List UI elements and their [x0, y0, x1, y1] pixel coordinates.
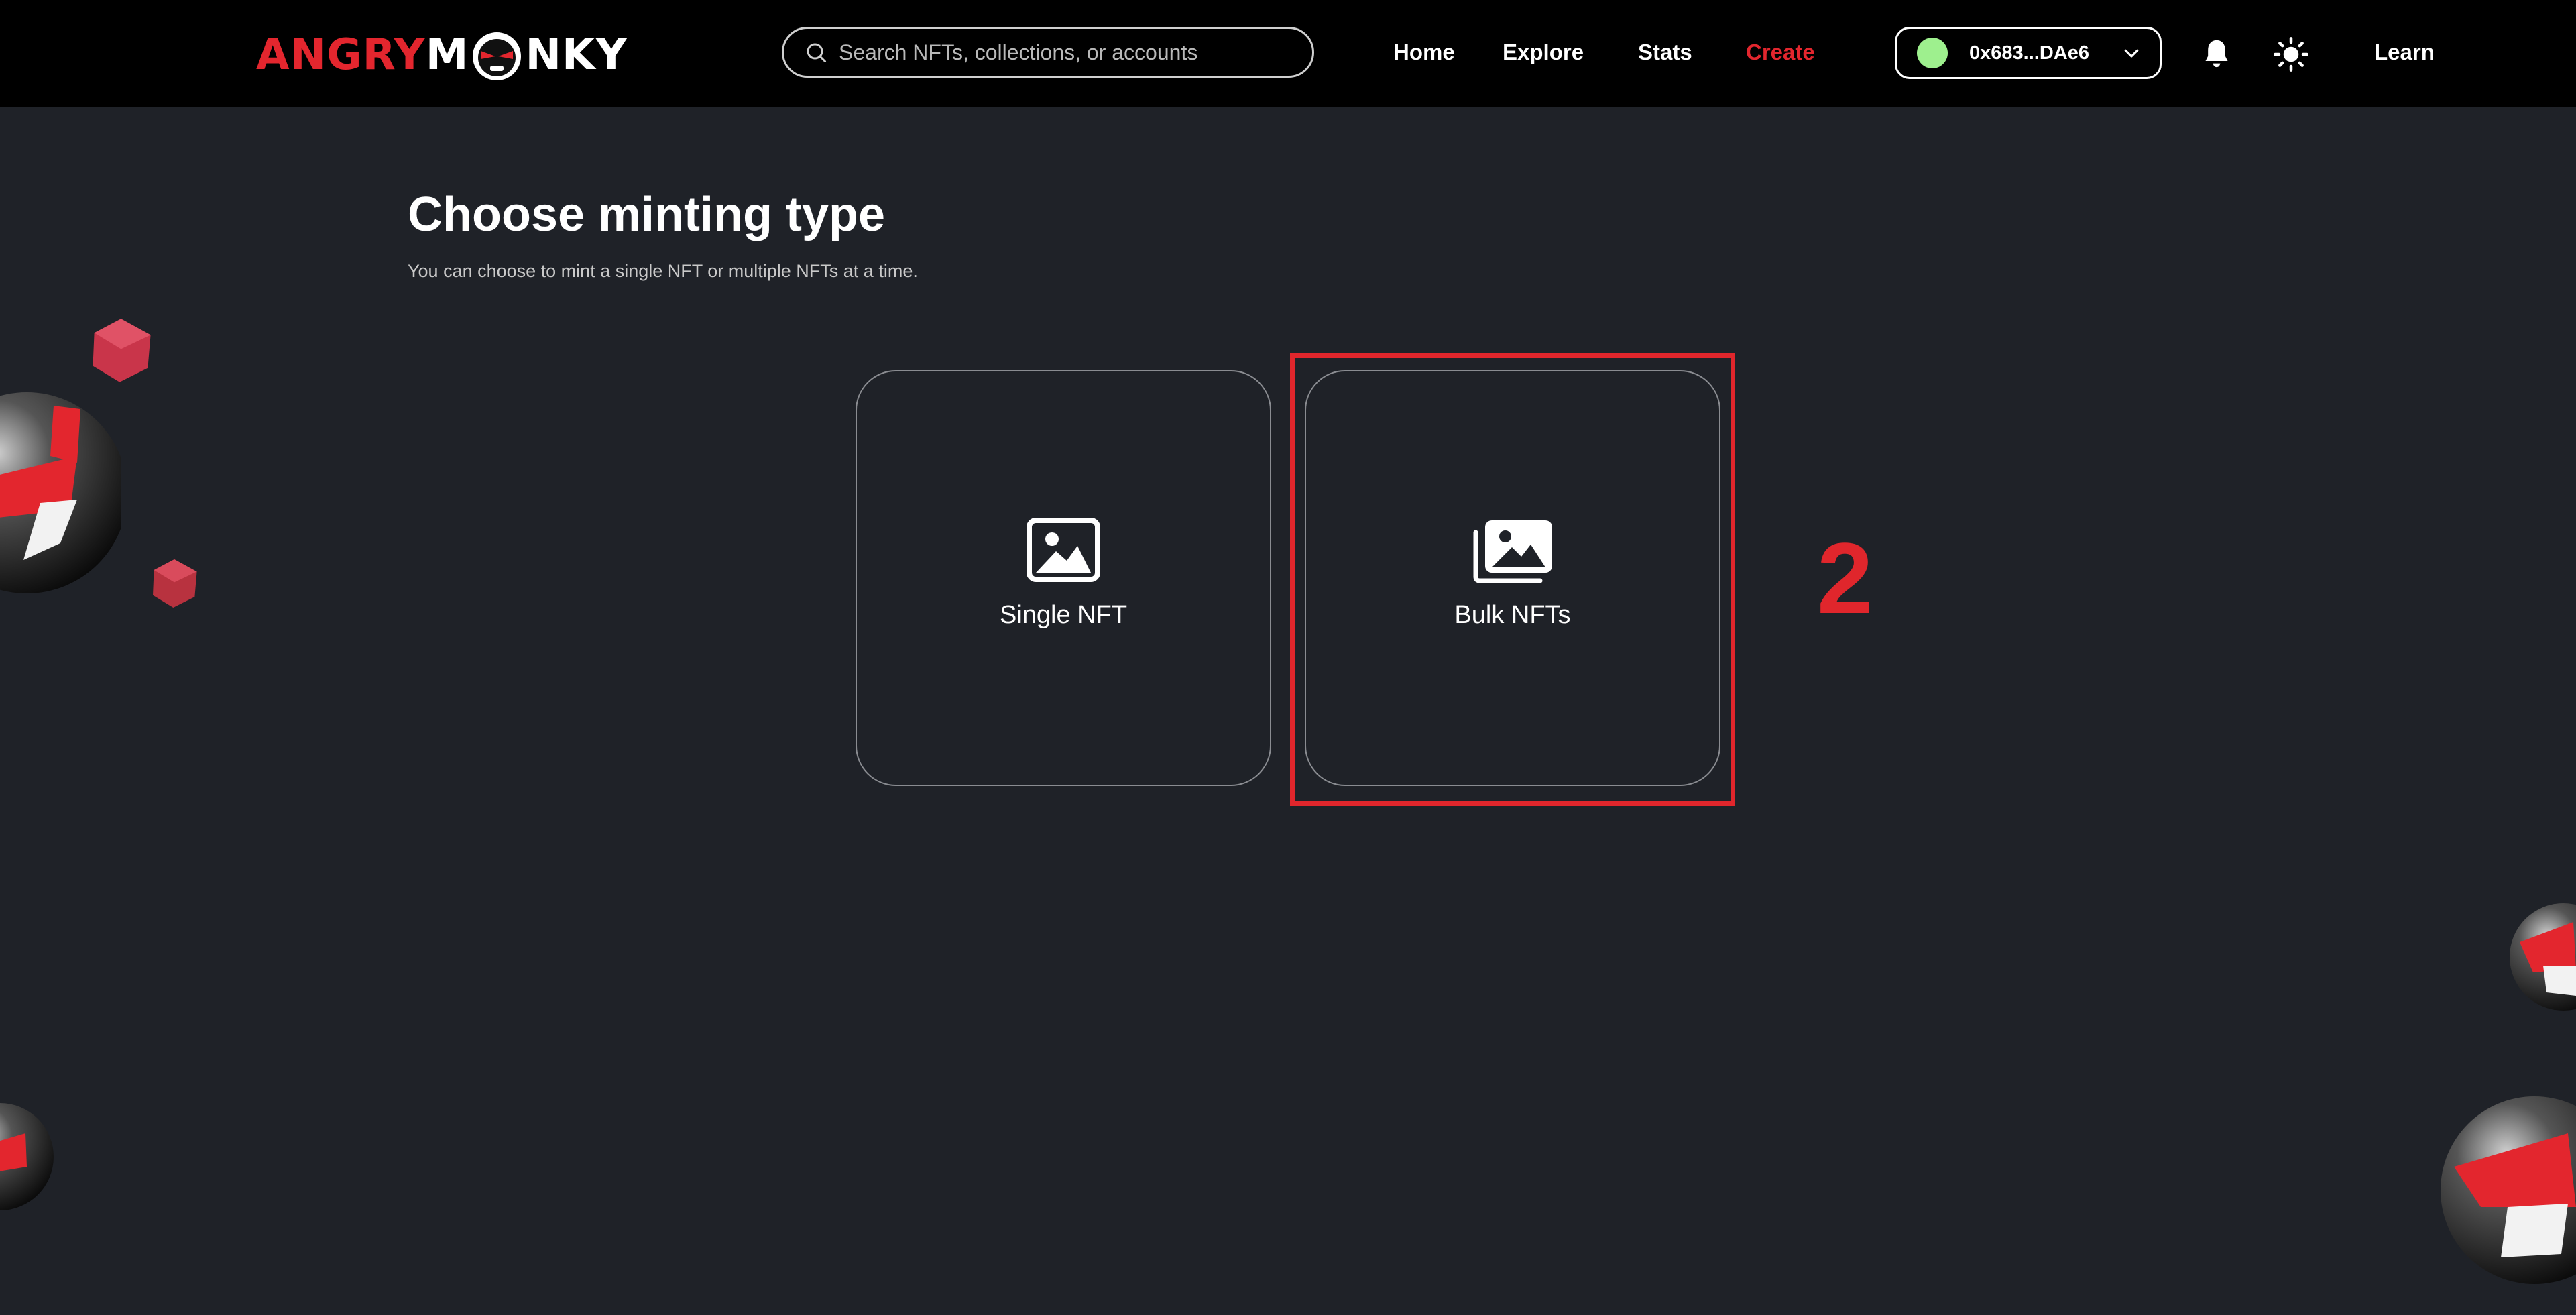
nav-link-stats[interactable]: Stats — [1638, 38, 1692, 67]
bell-icon[interactable] — [2202, 38, 2231, 70]
decorative-monkey-head-right — [2510, 903, 2576, 1011]
annotation-highlight-box — [1290, 353, 1735, 806]
monkey-face-icon — [473, 32, 522, 80]
single-nft-option-card[interactable]: Single NFT — [856, 370, 1271, 786]
wallet-dropdown-button[interactable]: 0x683...DAe6 — [1895, 27, 2162, 79]
decorative-monkey-head-bottom-left — [0, 1103, 54, 1210]
search-icon — [807, 43, 826, 62]
logo-text-m: M — [425, 30, 469, 80]
logo-text-angry: ANGRY — [256, 30, 426, 80]
sun-icon[interactable] — [2273, 36, 2309, 72]
angrymonky-logo[interactable]: ANGRY M NKY — [256, 30, 628, 80]
nav-link-create[interactable]: Create — [1746, 38, 1815, 67]
image-icon — [1027, 518, 1100, 582]
page-subtitle: You can choose to mint a single NFT or m… — [408, 261, 918, 281]
nav-link-home[interactable]: Home — [1393, 38, 1455, 67]
logo-text-nky: NKY — [525, 30, 628, 80]
decorative-red-cube — [153, 559, 197, 608]
page-title: Choose minting type — [408, 188, 886, 241]
single-nft-label: Single NFT — [999, 601, 1128, 629]
decorative-monkey-head-bottom-right — [2441, 1096, 2576, 1284]
search-input[interactable] — [837, 39, 1269, 66]
top-navbar: ANGRY M NKY Home Explore Stats Create 0x… — [0, 0, 2576, 107]
wallet-avatar — [1917, 38, 1948, 68]
chevron-down-icon — [2124, 49, 2139, 58]
search-bar[interactable] — [782, 27, 1314, 78]
wallet-address: 0x683...DAe6 — [1969, 42, 2089, 64]
decorative-monkey-head-left — [0, 392, 121, 593]
nav-link-explore[interactable]: Explore — [1503, 38, 1584, 67]
nav-link-learn[interactable]: Learn — [2374, 38, 2435, 67]
annotation-step-number: 2 — [1817, 522, 1873, 634]
decorative-red-cube — [93, 319, 151, 382]
